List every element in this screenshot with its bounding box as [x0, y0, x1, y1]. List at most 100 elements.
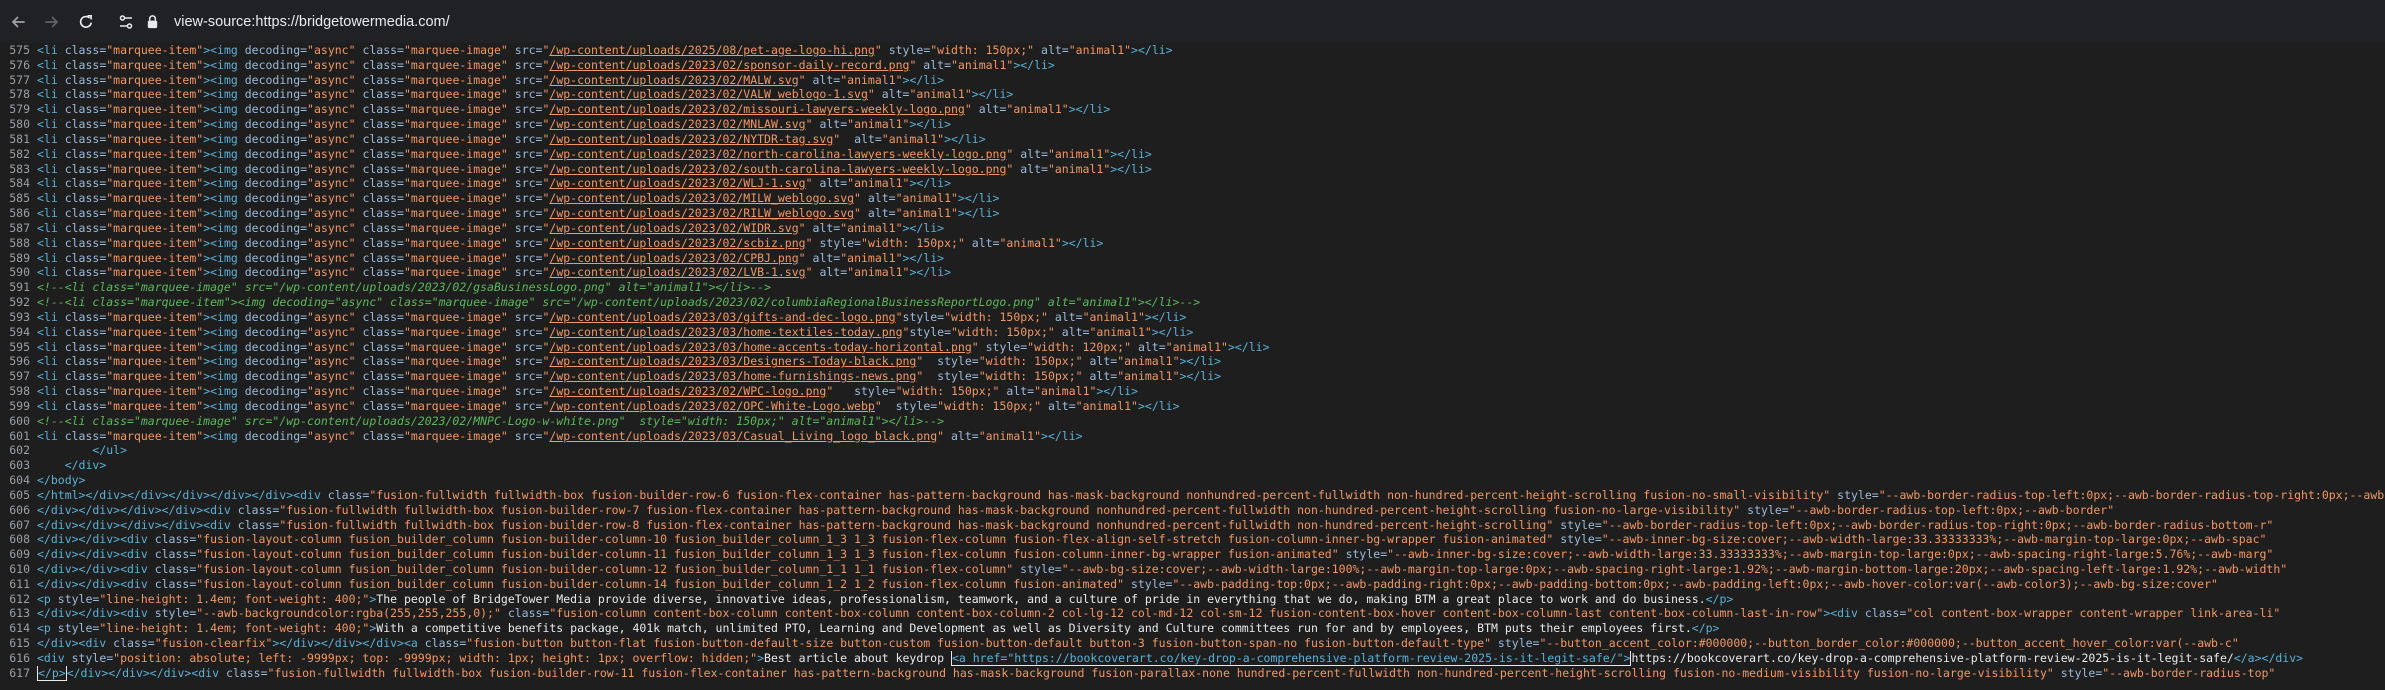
forward-button[interactable] — [38, 8, 66, 36]
source-link[interactable]: /wp-content/uploads/2023/02/MNLAW.svg — [549, 117, 805, 131]
source-code: <li class="marquee-item"><img decoding="… — [37, 87, 1013, 101]
code-token: <li — [37, 43, 65, 57]
back-button[interactable] — [4, 8, 32, 36]
code-token: "width: 150px;" — [937, 398, 1048, 413]
code-token: style= — [1345, 547, 1388, 562]
url-path: / — [445, 13, 450, 30]
source-code: <div style="position: absolute; left: -9… — [37, 650, 2303, 666]
code-token: "animal1" — [840, 72, 903, 87]
code-token: ></li> — [1227, 339, 1270, 354]
code-token: " — [874, 43, 882, 57]
code-token: style= — [1130, 576, 1173, 591]
source-link[interactable]: /wp-content/uploads/2023/02/north-caroli… — [549, 147, 1006, 161]
source-link[interactable]: /wp-content/uploads/2023/03/home-accents… — [549, 340, 971, 354]
source-line: 594 <li class="marquee-item"><img decodin… — [0, 325, 2385, 340]
source-link[interactable]: /wp-content/uploads/2023/02/CPBJ.png — [549, 251, 798, 265]
source-link[interactable]: /wp-content/uploads/2023/02/WPC-logo.png — [549, 384, 826, 398]
code-token: " — [1006, 146, 1021, 161]
code-token: decoding= — [244, 206, 308, 221]
code-token: ></li> — [1179, 369, 1222, 384]
line-number: 594 — [9, 324, 30, 339]
source-link[interactable]: /wp-content/uploads/2023/02/LVB-1.svg — [549, 265, 805, 279]
code-token: "fusion-layout-column fusion_builder_col… — [196, 547, 1346, 562]
code-token: " — [854, 206, 868, 221]
code-token: class= — [362, 72, 404, 87]
code-token: decoding= — [244, 309, 308, 324]
code-token: style= — [854, 384, 896, 399]
code-token: "animal1" — [999, 235, 1062, 250]
code-token: " — [805, 265, 820, 280]
source-link[interactable]: /wp-content/uploads/2023/02/WLJ-1.svg — [549, 176, 805, 190]
code-token: class= — [362, 131, 404, 146]
code-token: </div></div><div — [37, 532, 155, 547]
source-link[interactable]: /wp-content/uploads/2023/02/sponsor-dail… — [549, 58, 909, 72]
source-link[interactable]: /wp-content/uploads/2023/03/home-textile… — [549, 325, 902, 339]
code-token: "async" — [307, 235, 363, 250]
code-token: "marquee-image" — [403, 384, 515, 399]
tune-icon — [119, 14, 133, 29]
line-number: 614 — [9, 621, 30, 636]
source-view[interactable]: 575 <li class="marquee-item"><img decodin… — [0, 43, 2385, 690]
code-token: "marquee-item" — [106, 102, 204, 117]
code-token: src= — [514, 146, 543, 161]
code-token: <li — [37, 324, 65, 339]
source-link[interactable]: /wp-content/uploads/2025/08/pet-age-logo… — [549, 43, 874, 57]
address-bar[interactable]: view-source:https://bridgetowermedia.com… — [174, 14, 450, 30]
code-token: "async" — [307, 354, 363, 369]
code-token: "marquee-image" — [403, 309, 515, 324]
code-token: ><img — [203, 176, 245, 191]
code-token: src= — [514, 339, 543, 354]
code-token: "--awb-inner-bg-size:cover;--awb-width-l… — [1601, 532, 2267, 547]
code-token: "async" — [307, 309, 363, 324]
code-token: </p> — [37, 665, 67, 681]
site-info-button[interactable] — [114, 10, 138, 34]
line-number: 591 — [9, 280, 30, 295]
source-link[interactable]: /wp-content/uploads/2023/02/MILW_weblogo… — [549, 191, 854, 205]
code-token: ><img — [203, 265, 245, 280]
code-token: "marquee-item" — [106, 354, 204, 369]
source-link[interactable]: /wp-content/uploads/2023/02/south-caroli… — [549, 162, 1006, 176]
code-token: decoding= — [244, 265, 308, 280]
line-number: 581 — [9, 131, 30, 146]
code-token: <li — [37, 428, 65, 443]
line-number: 598 — [9, 384, 30, 399]
line-number: 576 — [9, 57, 30, 72]
code-token: src= — [514, 176, 543, 191]
code-token: decoding= — [244, 220, 308, 235]
code-token: "marquee-image" — [403, 339, 515, 354]
code-token: "fusion-fullwidth fullwidth-box fusion-b… — [267, 665, 2061, 680]
code-token: "animal1" — [1034, 384, 1097, 399]
source-link[interactable]: /wp-content/uploads/2023/02/VALW_weblogo… — [549, 87, 868, 101]
source-link[interactable]: /wp-content/uploads/2023/02/OPC-White-Lo… — [549, 399, 874, 413]
code-token: class= — [154, 576, 197, 591]
source-code: <li class="marquee-item"><img decoding="… — [37, 429, 1083, 443]
code-token: style= — [985, 339, 1028, 354]
code-token: <li — [37, 176, 65, 191]
source-link[interactable]: /wp-content/uploads/2023/03/home-furnish… — [549, 369, 916, 383]
code-token: style= — [71, 650, 114, 665]
code-token: "animal1" — [978, 428, 1042, 443]
code-token: ><img — [203, 117, 245, 132]
reload-button[interactable] — [72, 8, 100, 36]
code-token: ></li> — [1061, 235, 1104, 250]
line-number: 600 — [9, 413, 30, 428]
code-token: "col content-box-wrapper content-wrapper… — [1906, 606, 2281, 621]
source-link[interactable]: /wp-content/uploads/2023/02/MALW.svg — [549, 73, 798, 87]
source-link[interactable]: /wp-content/uploads/2023/02/missouri-law… — [549, 102, 964, 116]
source-link[interactable]: /wp-content/uploads/2023/02/scbiz.png — [549, 236, 805, 250]
code-token: class= — [64, 206, 107, 221]
source-link[interactable]: /wp-content/uploads/2023/02/WIDR.svg — [549, 221, 798, 235]
code-token: </div></div></div></div><div — [37, 502, 238, 517]
source-link[interactable]: /wp-content/uploads/2023/03/gifts-and-de… — [549, 310, 895, 324]
source-link[interactable]: /wp-content/uploads/2023/03/Casual_Livin… — [549, 429, 937, 443]
source-link[interactable]: /wp-content/uploads/2023/02/NYTDR-tag.sv… — [549, 132, 833, 146]
line-number: 579 — [9, 102, 30, 117]
source-line: 583 <li class="marquee-item"><img decodin… — [0, 162, 2385, 177]
code-token: </html></div></div></div></div></div><di… — [37, 487, 328, 502]
source-link[interactable]: /wp-content/uploads/2023/02/RILW_weblogo… — [549, 206, 854, 220]
code-token: </ul> — [92, 443, 128, 458]
source-link[interactable]: /wp-content/uploads/2023/03/Designers-To… — [549, 354, 916, 368]
code-token: " — [805, 176, 820, 191]
code-token: "async" — [307, 339, 363, 354]
